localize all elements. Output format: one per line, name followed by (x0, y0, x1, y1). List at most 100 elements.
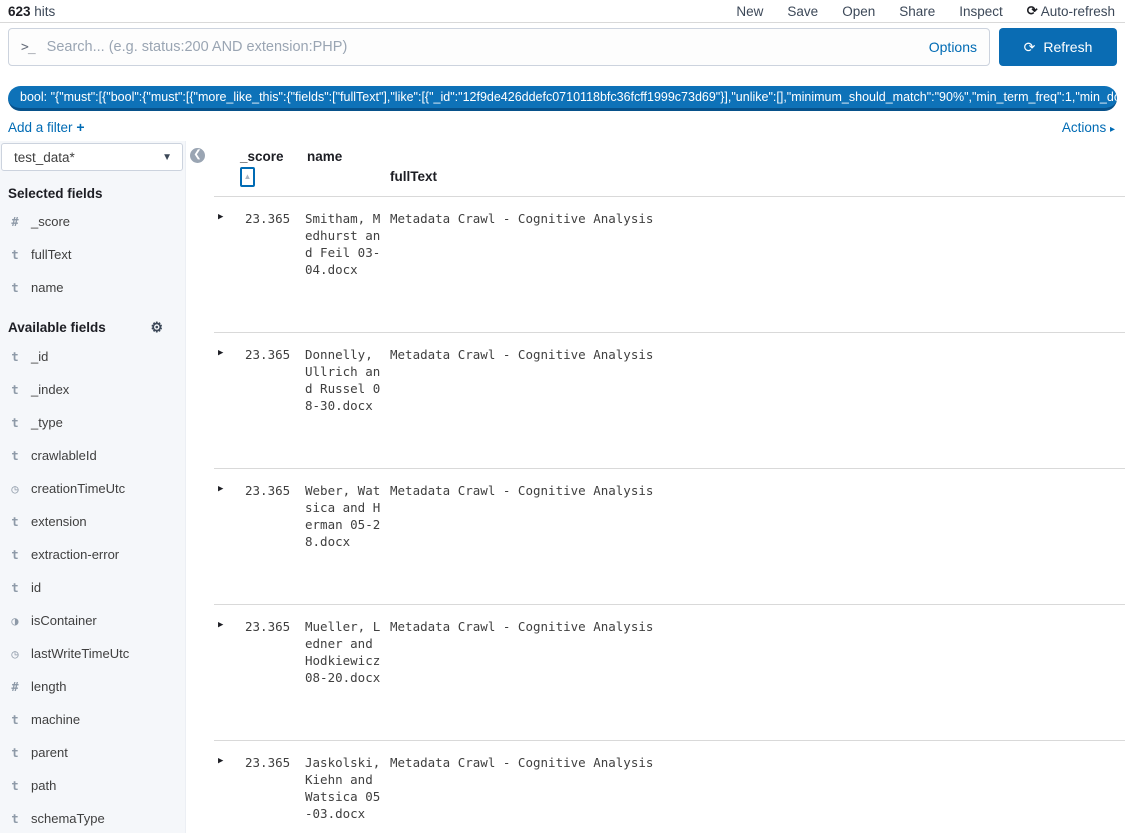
menu-item-save[interactable]: Save (787, 4, 818, 19)
hits-count: 623 (8, 3, 31, 19)
column-header-score[interactable]: _score (240, 149, 284, 164)
search-box[interactable]: >_ Options (8, 28, 990, 66)
field-name: _type (31, 415, 63, 430)
field-item-extension[interactable]: t extension (0, 505, 185, 538)
gear-icon[interactable]: ⚙ (150, 319, 163, 336)
expand-row-icon[interactable]: ▶ (218, 481, 223, 498)
discover-app: 623 hits New Save Open Share Inspect ⟳ A… (0, 0, 1125, 833)
cell-name: Jaskolski, Kiehn and Watsica 05-03.docx (305, 755, 381, 821)
actions-menu-link[interactable]: Actions ▸ (1062, 120, 1115, 135)
clock-icon: ◷ (11, 481, 19, 496)
string-type-icon: t (11, 448, 19, 463)
table-row: ▶ 23.365 Smitham, Medhurst and Feil 03-0… (214, 197, 1125, 333)
sort-ascending-button[interactable]: ▲ (240, 167, 255, 187)
menu-item-inspect[interactable]: Inspect (959, 4, 1003, 19)
field-name: name (31, 280, 64, 295)
field-item-lastwritetimeutc[interactable]: ◷ lastWriteTimeUtc (0, 637, 185, 670)
cell-fulltext: Metadata Crawl - Cognitive Analysis (390, 755, 654, 770)
string-type-icon: t (11, 247, 19, 262)
fields-sidebar: test_data* ▼ Selected fields # _score t … (0, 141, 186, 833)
field-name: extension (31, 514, 87, 529)
field-item-id-meta[interactable]: t _id (0, 340, 185, 373)
field-name: creationTimeUtc (31, 481, 126, 496)
field-item-schematype[interactable]: t schemaType (0, 802, 185, 833)
cell-name: Weber, Watsica and Herman 05-28.docx (305, 483, 381, 549)
menu-item-new[interactable]: New (736, 4, 763, 19)
cell-fulltext: Metadata Crawl - Cognitive Analysis (390, 211, 654, 226)
index-pattern-label: test_data* (14, 149, 75, 165)
field-item-crawlableid[interactable]: t crawlableId (0, 439, 185, 472)
expand-row-icon[interactable]: ▶ (218, 617, 223, 634)
field-item-score[interactable]: # _score (0, 205, 185, 238)
field-item-index[interactable]: t _index (0, 373, 185, 406)
cell-score: 23.365 (245, 483, 291, 498)
table-row: ▶ 23.365 Weber, Watsica and Herman 05-28… (214, 469, 1125, 605)
field-name: lastWriteTimeUtc (31, 646, 130, 661)
number-type-icon: # (11, 214, 19, 229)
field-item-machine[interactable]: t machine (0, 703, 185, 736)
filter-pill-bool-query[interactable]: bool: "{"must":[{"bool":{"must":[{"more_… (8, 86, 1117, 111)
string-type-icon: t (11, 745, 19, 760)
selected-fields-title: Selected fields (8, 186, 103, 201)
field-name: _id (31, 349, 49, 364)
clock-icon: ◷ (11, 646, 19, 661)
options-link[interactable]: Options (919, 39, 977, 55)
field-name: fullText (31, 247, 72, 262)
field-item-extraction-error[interactable]: t extraction-error (0, 538, 185, 571)
expand-row-icon[interactable]: ▶ (218, 753, 223, 770)
cell-name: Mueller, Ledner and Hodkiewicz 08-20.doc… (305, 619, 381, 685)
plus-icon: + (76, 119, 85, 135)
field-name: extraction-error (31, 547, 120, 562)
field-item-fulltext[interactable]: t fullText (0, 238, 185, 271)
top-bar: 623 hits New Save Open Share Inspect ⟳ A… (0, 0, 1125, 23)
field-name: isContainer (31, 613, 97, 628)
field-item-name[interactable]: t name (0, 271, 185, 304)
index-pattern-select[interactable]: test_data* ▼ (1, 143, 183, 171)
expand-row-icon[interactable]: ▶ (218, 209, 223, 226)
field-item-id[interactable]: t id (0, 571, 185, 604)
hits-summary: 623 hits (8, 4, 55, 19)
auto-refresh-label: Auto-refresh (1040, 3, 1115, 19)
table-row: ▶ 23.365 Donnelly, Ullrich and Russel 08… (214, 333, 1125, 469)
field-item-iscontainer[interactable]: ◑ isContainer (0, 604, 185, 637)
collapse-sidebar-icon[interactable]: ❮ (190, 148, 205, 163)
add-filter-link[interactable]: Add a filter + (8, 119, 85, 135)
chevron-right-icon: ▸ (1109, 123, 1115, 135)
search-input[interactable] (46, 39, 919, 55)
expand-row-icon[interactable]: ▶ (218, 345, 223, 362)
auto-refresh-icon: ⟳ (1026, 3, 1038, 18)
auto-refresh-button[interactable]: ⟳ Auto-refresh (1027, 3, 1115, 19)
string-type-icon: t (11, 580, 19, 595)
add-filter-label: Add a filter (8, 120, 73, 135)
query-bar: >_ Options ⟳ Refresh (0, 23, 1125, 72)
chevron-down-icon: ▼ (162, 151, 172, 163)
string-type-icon: t (11, 280, 19, 295)
field-item-parent[interactable]: t parent (0, 736, 185, 769)
field-name: id (31, 580, 42, 595)
string-type-icon: t (11, 712, 19, 727)
field-item-creationtimeutc[interactable]: ◷ creationTimeUtc (0, 472, 185, 505)
hits-label: hits (34, 3, 56, 19)
refresh-button[interactable]: ⟳ Refresh (999, 28, 1117, 66)
filter-pill-row: bool: "{"must":[{"bool":{"must":[{"more_… (0, 72, 1125, 111)
field-item-length[interactable]: # length (0, 670, 185, 703)
field-item-type[interactable]: t _type (0, 406, 185, 439)
filter-links-row: Add a filter + Actions ▸ (0, 111, 1125, 141)
menu-item-open[interactable]: Open (842, 4, 875, 19)
field-item-path[interactable]: t path (0, 769, 185, 802)
field-name: length (31, 679, 67, 694)
column-header-name[interactable]: name (307, 149, 342, 164)
content-area: test_data* ▼ Selected fields # _score t … (0, 141, 1125, 833)
actions-label: Actions (1061, 119, 1107, 135)
string-type-icon: t (11, 382, 19, 397)
menu-item-share[interactable]: Share (899, 4, 935, 19)
field-name: machine (31, 712, 81, 727)
cell-name: Smitham, Medhurst and Feil 03-04.docx (305, 211, 381, 277)
cell-fulltext: Metadata Crawl - Cognitive Analysis (390, 619, 654, 634)
number-type-icon: # (11, 679, 19, 694)
documents-table: _score ▲ name fullText ▶ 23.365 Smitham,… (214, 141, 1125, 833)
string-type-icon: t (11, 811, 19, 826)
field-name: path (31, 778, 57, 793)
column-header-fulltext[interactable]: fullText (390, 169, 437, 184)
field-name: _index (31, 382, 70, 397)
